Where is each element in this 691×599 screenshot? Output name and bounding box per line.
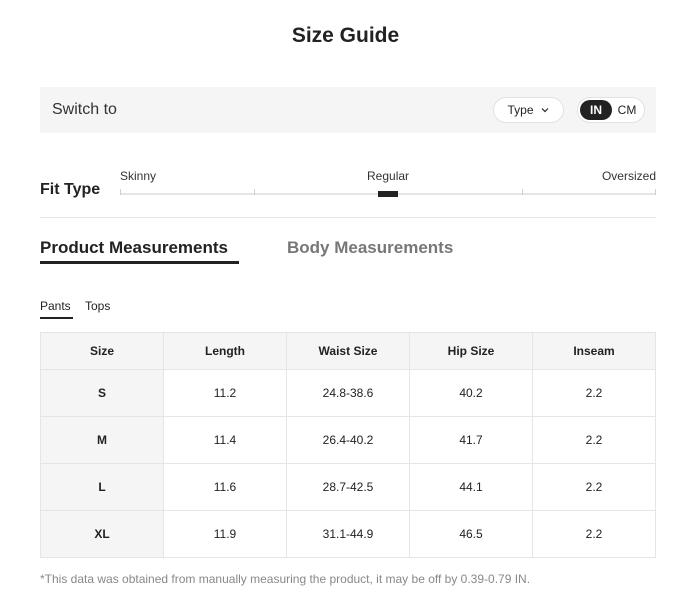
column-header: Inseam bbox=[532, 332, 656, 370]
size-cell: XL bbox=[40, 510, 164, 558]
size-cell: S bbox=[40, 369, 164, 417]
table-cell: 26.4-40.2 bbox=[286, 416, 410, 464]
column-header: Size bbox=[40, 332, 164, 370]
fit-type-title: Fit Type bbox=[40, 181, 101, 198]
subtab-tops[interactable]: Tops bbox=[85, 299, 110, 313]
table-cell: 2.2 bbox=[532, 416, 656, 464]
table-cell: 2.2 bbox=[532, 463, 656, 511]
type-dropdown-button[interactable]: Type bbox=[493, 97, 564, 123]
table-cell: 2.2 bbox=[532, 369, 656, 417]
column-header: Waist Size bbox=[286, 332, 410, 370]
tab-body-measurements[interactable]: Body Measurements bbox=[287, 238, 453, 258]
size-cell: M bbox=[40, 416, 164, 464]
table-row: M 11.4 26.4-40.2 41.7 2.2 bbox=[40, 416, 656, 464]
unit-toggle: IN CM bbox=[577, 97, 645, 123]
fit-scale-marker bbox=[378, 191, 398, 197]
size-table: Size Length Waist Size Hip Size Inseam S… bbox=[40, 332, 656, 558]
fit-option-oversized[interactable]: Oversized bbox=[602, 169, 656, 183]
unit-cm-button[interactable]: CM bbox=[614, 100, 640, 120]
unit-in-button[interactable]: IN bbox=[580, 100, 612, 120]
table-cell: 40.2 bbox=[409, 369, 533, 417]
active-tab-underline bbox=[40, 261, 239, 264]
table-cell: 46.5 bbox=[409, 510, 533, 558]
fit-option-skinny[interactable]: Skinny bbox=[120, 169, 156, 183]
column-header: Length bbox=[163, 332, 287, 370]
chevron-down-icon bbox=[541, 108, 548, 113]
fit-option-regular[interactable]: Regular bbox=[367, 169, 409, 183]
page-title: Size Guide bbox=[291, 24, 400, 47]
size-cell: L bbox=[40, 463, 164, 511]
table-cell: 11.4 bbox=[163, 416, 287, 464]
unit-switch-bar: Switch to Type IN CM bbox=[40, 87, 656, 133]
table-cell: 11.6 bbox=[163, 463, 287, 511]
table-row: S 11.2 24.8-38.6 40.2 2.2 bbox=[40, 369, 656, 417]
switch-to-label: Switch to bbox=[52, 101, 117, 118]
tab-product-measurements[interactable]: Product Measurements bbox=[40, 238, 228, 258]
table-cell: 41.7 bbox=[409, 416, 533, 464]
table-cell: 11.9 bbox=[163, 510, 287, 558]
divider bbox=[40, 217, 656, 218]
table-cell: 44.1 bbox=[409, 463, 533, 511]
fit-scale-tick bbox=[655, 189, 656, 195]
fit-scale-tick bbox=[522, 189, 523, 195]
table-row: L 11.6 28.7-42.5 44.1 2.2 bbox=[40, 463, 656, 511]
type-dropdown-label: Type bbox=[507, 103, 534, 117]
table-cell: 31.1-44.9 bbox=[286, 510, 410, 558]
table-cell: 28.7-42.5 bbox=[286, 463, 410, 511]
column-header: Hip Size bbox=[409, 332, 533, 370]
subtab-pants[interactable]: Pants bbox=[40, 299, 71, 313]
table-header-row: Size Length Waist Size Hip Size Inseam bbox=[40, 332, 656, 370]
table-cell: 2.2 bbox=[532, 510, 656, 558]
measurement-footnote: *This data was obtained from manually me… bbox=[40, 572, 531, 586]
table-cell: 24.8-38.6 bbox=[286, 369, 410, 417]
fit-scale-tick bbox=[254, 189, 255, 195]
table-cell: 11.2 bbox=[163, 369, 287, 417]
table-row: XL 11.9 31.1-44.9 46.5 2.2 bbox=[40, 510, 656, 558]
active-subtab-underline bbox=[40, 317, 73, 319]
fit-scale-tick bbox=[120, 189, 121, 195]
